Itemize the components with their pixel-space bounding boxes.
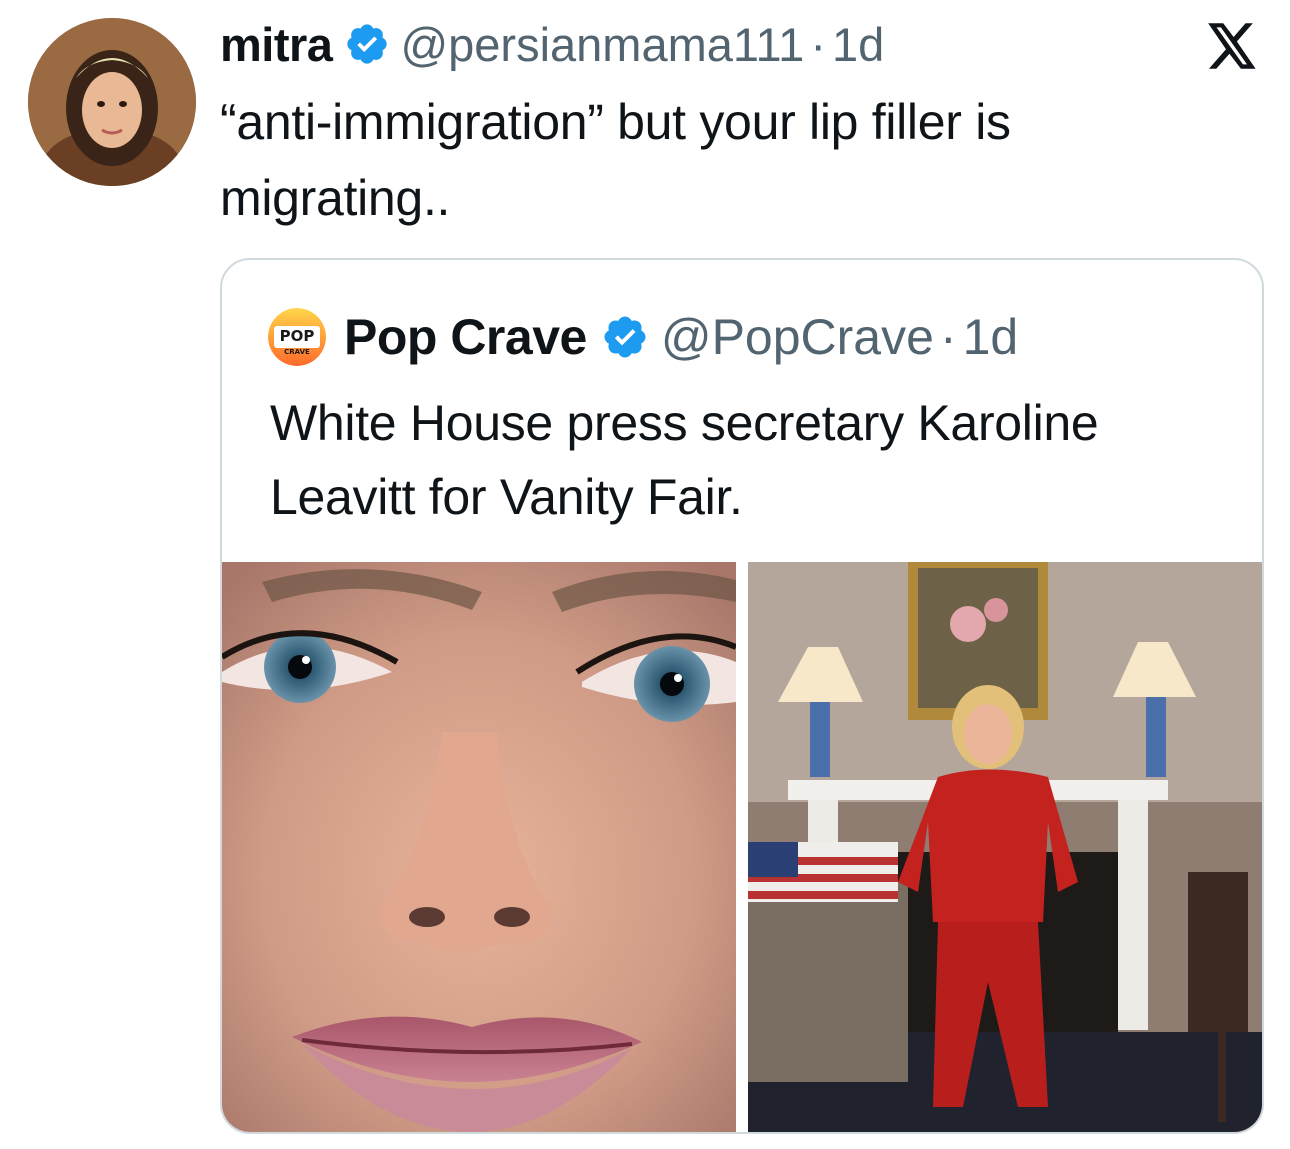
quoted-post-text: White House press secretary Karoline Lea… [270, 395, 1099, 525]
quoted-post-card[interactable]: POP CRAVE Pop Crave @PopCrave · 1d White… [220, 258, 1264, 1134]
x-logo-icon[interactable] [1206, 22, 1258, 70]
post-header: mitra @persianmama111 · 1d [220, 14, 884, 74]
quoted-post-media [222, 562, 1262, 1132]
author-display-name[interactable]: mitra [220, 17, 333, 72]
verified-badge-icon [344, 21, 390, 67]
media-photo-full-portrait[interactable] [748, 562, 1262, 1132]
quoted-author-display-name[interactable]: Pop Crave [344, 308, 587, 366]
separator-dot: · [939, 309, 957, 365]
pop-crave-avatar[interactable]: POP CRAVE [268, 308, 326, 366]
separator-dot: · [810, 17, 826, 71]
quoted-post-timestamp[interactable]: 1d [963, 308, 1019, 366]
pop-crave-logo-bottom-text: CRAVE [284, 348, 310, 356]
author-handle[interactable]: @persianmama111 [400, 17, 804, 72]
post-timestamp[interactable]: 1d [832, 17, 884, 72]
post-text: “anti-immigration” but your lip filler i… [220, 94, 1011, 226]
quoted-post-header: POP CRAVE Pop Crave @PopCrave · 1d [268, 306, 1018, 368]
avatar-photo [28, 18, 196, 186]
pop-crave-logo-top-text: POP [280, 327, 315, 345]
verified-badge-icon [601, 313, 649, 361]
media-photo-closeup[interactable] [222, 562, 736, 1132]
quoted-author-handle[interactable]: @PopCrave [661, 308, 934, 366]
author-avatar[interactable] [28, 18, 196, 186]
